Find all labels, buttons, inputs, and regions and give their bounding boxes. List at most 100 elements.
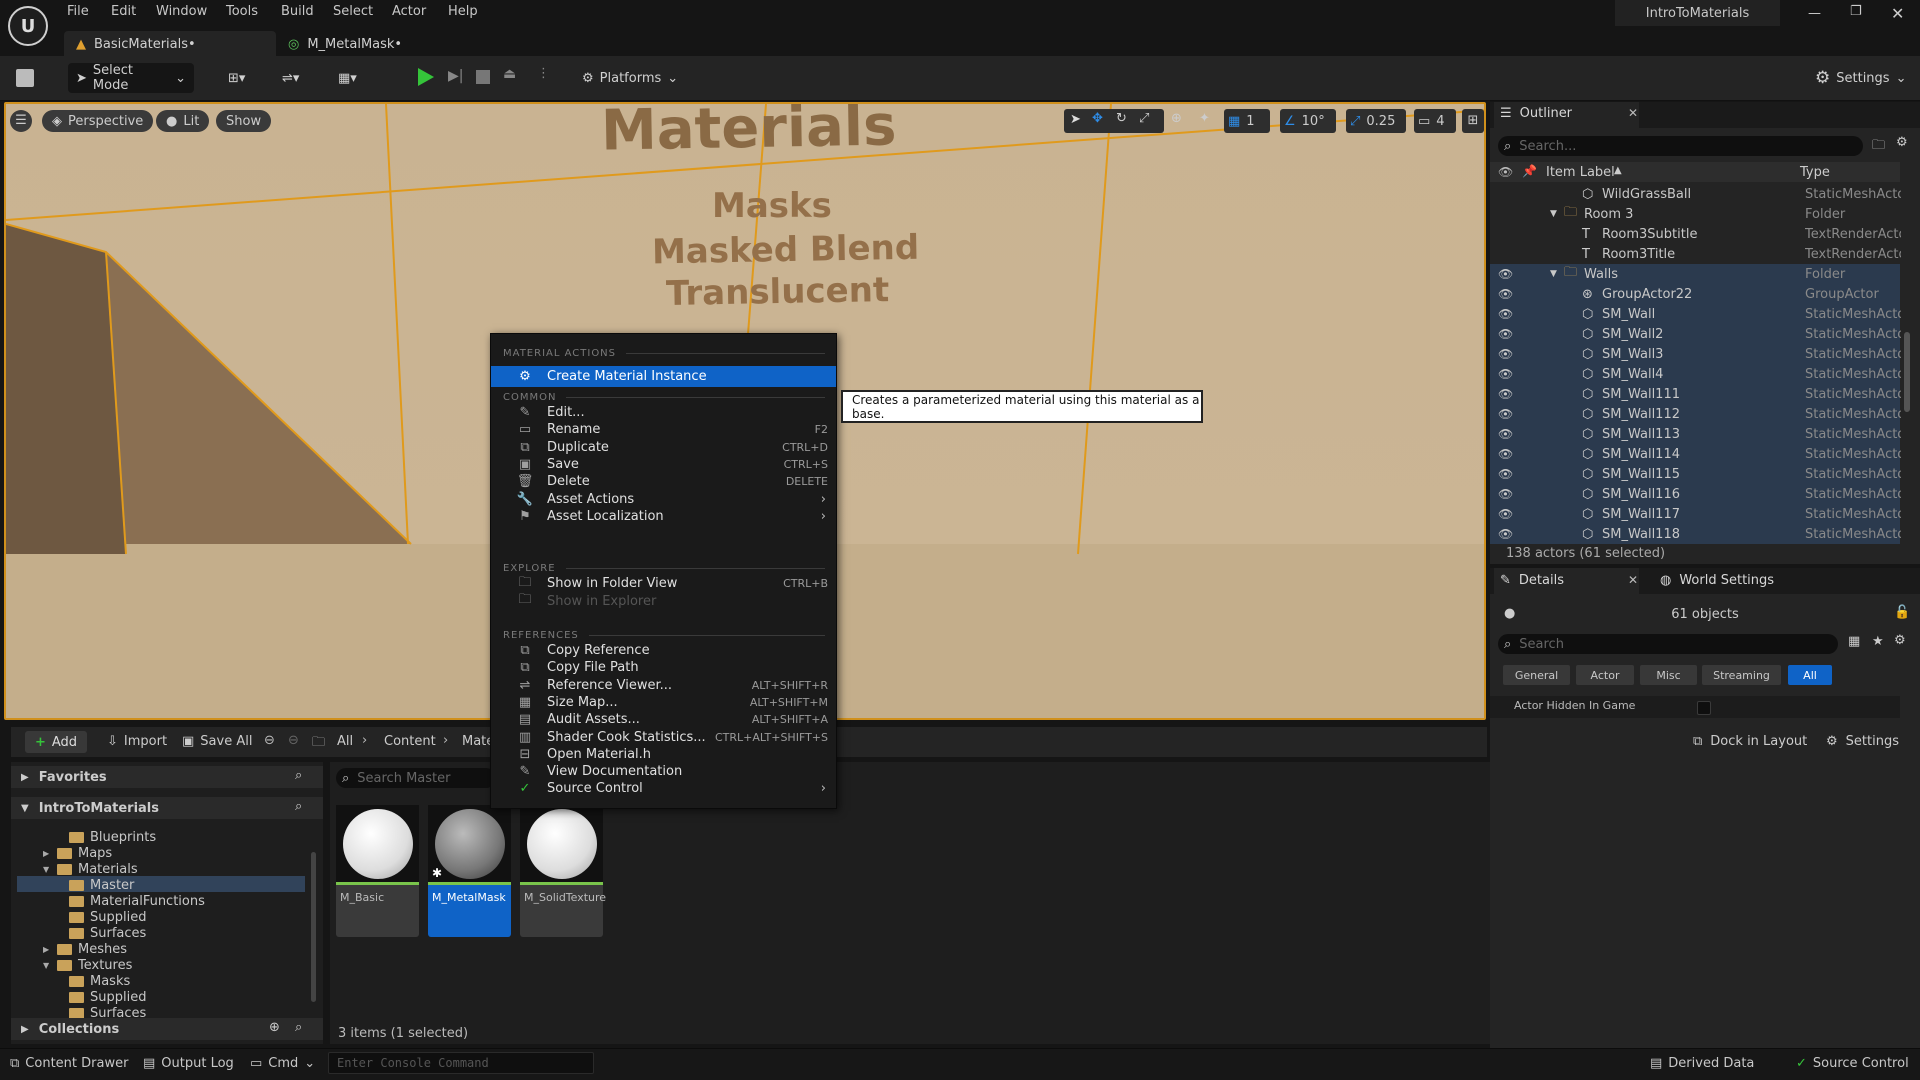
menu-build[interactable]: Build (281, 4, 314, 19)
tree-folder-item[interactable]: ▶ Maps (43, 845, 112, 861)
path-all[interactable]: All (337, 734, 353, 749)
derived-data-button[interactable]: ▤ Derived Data (1650, 1056, 1754, 1071)
menu-asset-localization[interactable]: ⚑ Asset Localization › (491, 506, 836, 527)
source-control-button[interactable]: ✓ Source Control (1796, 1056, 1909, 1071)
favorites-search-icon[interactable]: ⌕ (295, 768, 302, 783)
forward-icon[interactable]: ⊖ (288, 733, 299, 748)
viewport-layout-icon[interactable]: ⊞ (1462, 109, 1484, 133)
console-input[interactable]: Enter Console Command (328, 1052, 594, 1074)
star-icon[interactable]: ★ (1872, 634, 1884, 649)
outliner-row[interactable]: ⬡ WildGrassBall StaticMeshActor (1490, 184, 1901, 204)
blueprints-button[interactable]: ⇌▾ (282, 63, 299, 93)
select-mode-dropdown[interactable]: ➤ Select Mode ⌄ (68, 63, 194, 93)
tree-folder-item[interactable]: Supplied (55, 989, 146, 1005)
menu-file[interactable]: File (67, 4, 89, 19)
move-tool-icon[interactable]: ✥ (1092, 111, 1103, 126)
outliner-row[interactable]: 👁 ⬡ SM_Wall2 StaticMeshActor (1490, 324, 1901, 344)
outliner-row[interactable]: 👁 ⬡ SM_Wall3 StaticMeshActor (1490, 344, 1901, 364)
minimize-icon[interactable]: — (1808, 6, 1821, 21)
tree-folder-item[interactable]: Masks (55, 973, 130, 989)
platforms-dropdown[interactable]: ⚙ Platforms ⌄ (582, 63, 678, 93)
restore-icon[interactable]: ❐ (1850, 4, 1862, 19)
outliner-row[interactable]: 👁 ▼ 🗀 Walls Folder (1490, 264, 1900, 284)
menu-actor[interactable]: Actor (392, 4, 426, 19)
add-collection-icon[interactable]: ⊕ (269, 1020, 280, 1035)
angle-snap-button[interactable]: ∠ 10° (1280, 109, 1336, 133)
favorites-header[interactable]: ▶ Favorites (11, 766, 323, 788)
filter-all[interactable]: All (1788, 665, 1832, 685)
visibility-eye-icon[interactable]: 👁 (1498, 447, 1513, 461)
close-details-icon[interactable]: ✕ (1628, 573, 1638, 587)
close-window-icon[interactable]: ✕ (1891, 4, 1904, 23)
menu-window[interactable]: Window (156, 4, 207, 19)
project-search-icon[interactable]: ⌕ (295, 799, 302, 814)
scale-tool-icon[interactable]: ⤢ (1139, 111, 1149, 126)
save-icon[interactable] (16, 69, 34, 87)
tree-folder-item[interactable]: Master (55, 877, 134, 893)
outliner-row[interactable]: 👁 ⬡ SM_Wall117 StaticMeshActor (1490, 504, 1901, 524)
tree-folder-item[interactable]: Surfaces (55, 925, 146, 941)
chevron-right-icon[interactable]: ▶ (43, 945, 51, 954)
eject-icon[interactable]: ⏏ (503, 66, 516, 82)
tree-folder-item[interactable]: ▼ Materials (43, 861, 138, 877)
content-drawer-button[interactable]: ⧉ Content Drawer (10, 1056, 128, 1071)
chevron-down-icon[interactable]: ▼ (1550, 269, 1557, 279)
menu-edit[interactable]: Edit (111, 4, 136, 19)
visibility-eye-icon[interactable]: 👁 (1498, 267, 1513, 281)
outliner-row[interactable]: 👁 ⊛ GroupActor22 GroupActor (1490, 284, 1900, 304)
chevron-down-icon[interactable]: ▼ (43, 961, 51, 970)
unreal-logo-icon[interactable]: U (8, 6, 48, 46)
camera-speed-button[interactable]: ▭ 4 (1414, 109, 1456, 133)
step-icon[interactable]: ▶| (448, 68, 463, 84)
visibility-eye-icon[interactable]: 👁 (1498, 507, 1513, 521)
output-log-button[interactable]: ▤ Output Log (143, 1056, 234, 1071)
show-button[interactable]: Show (216, 110, 272, 132)
visibility-eye-icon[interactable]: 👁 (1498, 407, 1513, 421)
filter-misc[interactable]: Misc (1640, 665, 1697, 685)
new-folder-icon[interactable]: 🗀 (1872, 136, 1885, 158)
details-settings-icon[interactable]: ⚙ (1894, 633, 1906, 648)
menu-help[interactable]: Help (448, 4, 478, 19)
tree-folder-item[interactable]: ▼ Textures (43, 957, 132, 973)
play-button[interactable] (418, 68, 434, 86)
table-view-icon[interactable]: ▦ (1848, 634, 1860, 649)
add-actor-button[interactable]: ⊞▾ (228, 63, 245, 93)
cmd-dropdown[interactable]: ▭ Cmd ⌄ (250, 1056, 315, 1071)
scale-snap-button[interactable]: ⤢ 0.25 (1346, 109, 1406, 133)
perspective-button[interactable]: ◈ Perspective (42, 110, 154, 132)
outliner-row[interactable]: T Room3Title TextRenderActor (1490, 244, 1901, 264)
visibility-eye-icon[interactable]: 👁 (1498, 327, 1513, 341)
tree-folder-item[interactable]: MaterialFunctions (55, 893, 205, 909)
visibility-eye-icon[interactable]: 👁 (1498, 427, 1513, 441)
back-icon[interactable]: ⊖ (264, 733, 275, 748)
tree-folder-item[interactable]: Supplied (55, 909, 146, 925)
menu-create-material-instance[interactable]: ⚙ Create Material Instance (491, 366, 836, 387)
outliner-row[interactable]: T Room3Subtitle TextRenderActor (1490, 224, 1901, 244)
menu-select[interactable]: Select (333, 4, 373, 19)
tree-scrollbar[interactable] (311, 852, 316, 1002)
visibility-eye-icon[interactable]: 👁 (1498, 527, 1513, 541)
doc-tab-metalmask[interactable]: ◎ M_MetalMask• (276, 31, 414, 57)
visibility-eye-icon[interactable]: 👁 (1498, 367, 1513, 381)
world-icon[interactable]: ⊕ (1171, 111, 1182, 126)
tree-folder-item[interactable]: Blueprints (55, 829, 156, 845)
visibility-eye-icon[interactable]: 👁 (1498, 307, 1513, 321)
outliner-row[interactable]: 👁 ⬡ SM_Wall116 StaticMeshActor (1490, 484, 1901, 504)
column-type[interactable]: Type (1800, 165, 1830, 180)
add-button[interactable]: + Add (25, 731, 87, 753)
visibility-eye-icon[interactable]: 👁 (1498, 487, 1513, 501)
visibility-eye-icon[interactable]: 👁 (1498, 467, 1513, 481)
cb-settings-button[interactable]: ⚙ Settings (1826, 734, 1899, 749)
outliner-scrollbar[interactable] (1904, 332, 1910, 412)
chevron-down-icon[interactable]: ▼ (1550, 209, 1557, 219)
details-search-input[interactable]: ⌕ Search (1498, 634, 1838, 654)
outliner-row[interactable]: 👁 ⬡ SM_Wall114 StaticMeshActor (1490, 444, 1901, 464)
visibility-eye-icon[interactable]: 👁 (1498, 387, 1513, 401)
dock-in-layout-button[interactable]: ⧉ Dock in Layout (1693, 734, 1807, 749)
doc-tab-basicmaterials[interactable]: ▲ BasicMaterials• (64, 31, 208, 57)
filter-streaming[interactable]: Streaming (1702, 665, 1781, 685)
play-options-icon[interactable]: ⋮ (537, 66, 550, 81)
outliner-settings-icon[interactable]: ⚙ (1896, 135, 1908, 150)
outliner-row[interactable]: ▼ 🗀 Room 3 Folder (1490, 204, 1900, 224)
close-outliner-icon[interactable]: ✕ (1628, 106, 1638, 120)
